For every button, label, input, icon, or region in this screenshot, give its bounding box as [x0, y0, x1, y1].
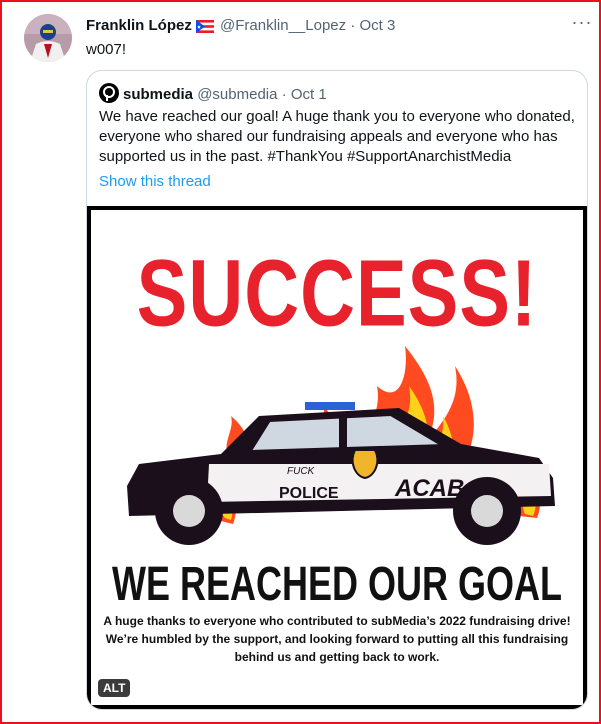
- fundraiser-poster: SUCCESS! POLICE FUCK ACAB WE REACHED OUR…: [91, 210, 583, 705]
- author-handle[interactable]: @Franklin__Lopez: [220, 17, 346, 34]
- poster-subtext-line: A huge thanks to everyone who contribute…: [103, 614, 571, 628]
- quoted-text-line: We have reached our goal! A huge thank y…: [99, 108, 575, 125]
- author-name[interactable]: Franklin López: [86, 17, 192, 34]
- poster-subtext-line: We’re humbled by the support, and lookin…: [105, 632, 569, 646]
- poster-subtext-line: behind us and getting back to work.: [234, 650, 440, 664]
- avatar[interactable]: [24, 14, 72, 62]
- tweet-image[interactable]: SUCCESS! POLICE FUCK ACAB WE REACHED OUR…: [87, 206, 587, 709]
- light-bar: [305, 402, 355, 410]
- more-options-icon[interactable]: ···: [568, 13, 596, 38]
- quoted-tweet-date[interactable]: Oct 1: [291, 86, 327, 103]
- poster-headline: SUCCESS!: [136, 240, 538, 347]
- tweet-header: Franklin López @Franklin__Lopez · Oct 3: [86, 16, 395, 39]
- dot-separator: ·: [350, 17, 356, 34]
- puerto-rico-flag-icon: [195, 19, 214, 39]
- poster-goal-text: WE REACHED OUR GOAL: [112, 555, 562, 611]
- show-thread-link[interactable]: Show this thread: [99, 172, 211, 192]
- burning-police-car-illustration: POLICE FUCK ACAB: [127, 346, 555, 545]
- car-door-text: POLICE: [279, 485, 339, 502]
- quoted-tweet-header: submedia @submedia · Oct 1: [99, 83, 327, 105]
- car-graffiti-small: FUCK: [287, 466, 316, 477]
- tweet-date[interactable]: Oct 3: [360, 17, 396, 34]
- dot-separator: ·: [281, 86, 287, 103]
- police-badge-icon: [351, 449, 379, 480]
- tweet-text: w007!: [86, 41, 127, 58]
- quoted-text-line: supported us in the past. #ThankYou #Sup…: [99, 148, 512, 165]
- quoted-text-line: everyone who shared our fundraising appe…: [99, 128, 558, 145]
- submedia-logo-icon: [99, 83, 119, 103]
- quoted-author-name[interactable]: submedia: [123, 86, 193, 103]
- poster-subtext: A huge thanks to everyone who contribute…: [101, 612, 573, 666]
- car-graffiti-acab: ACAB: [394, 475, 464, 502]
- alt-text-badge[interactable]: ALT: [98, 679, 131, 697]
- quoted-tweet[interactable]: submedia @submedia · Oct 1 We have reach…: [86, 70, 588, 710]
- quoted-tweet-text: We have reached our goal! A huge thank y…: [99, 107, 577, 167]
- quoted-author-handle[interactable]: @submedia: [197, 86, 277, 103]
